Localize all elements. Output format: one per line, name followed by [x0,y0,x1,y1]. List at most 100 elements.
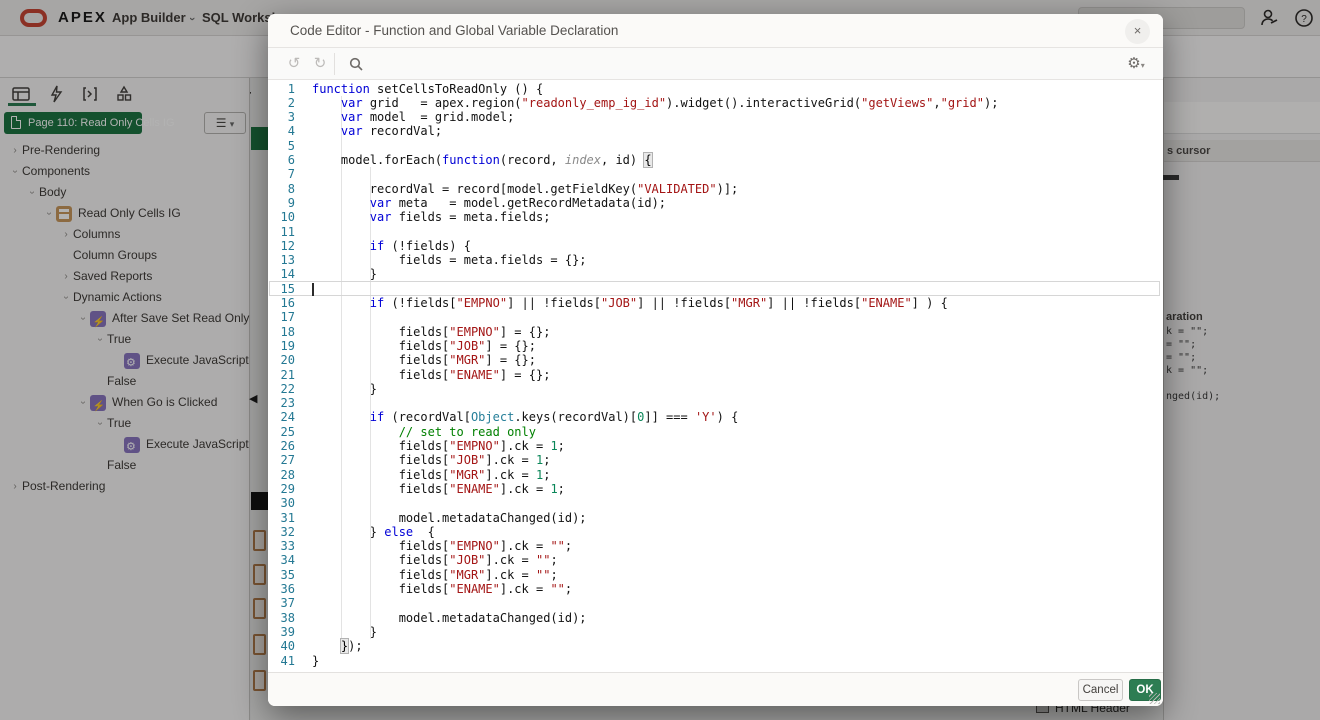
line-number: 6 [287,153,295,167]
code-line-30[interactable]: 30 [268,496,1163,511]
code-line-27[interactable]: 27 fields["JOB"].ck = 1; [268,453,1163,468]
code-line-20[interactable]: 20 fields["MGR"] = {}; [268,353,1163,368]
line-number: 7 [287,167,295,182]
code-line-25[interactable]: 25 // set to read only [268,425,1163,440]
line-number: 28 [280,467,295,482]
code-text: model.metadataChanged(id); [312,510,587,525]
code-line-14[interactable]: 14 } [268,267,1163,282]
line-number: 13 [280,253,295,268]
line-number: 36 [280,582,295,596]
gear-icon[interactable]: ⚙▾ [1126,54,1146,74]
line-number: 37 [280,596,295,611]
code-line-15[interactable]: 15 [268,282,1163,297]
code-line-4[interactable]: 4 var recordVal; [268,124,1163,139]
code-line-34[interactable]: 34 fields["JOB"].ck = ""; [268,553,1163,568]
code-line-21[interactable]: 21 fields["ENAME"] = {}; [268,368,1163,383]
code-text: var meta = model.getRecordMetadata(id); [369,195,667,210]
line-number: 21 [280,367,295,382]
line-number: 35 [280,567,295,582]
code-line-39[interactable]: 39 } [268,625,1163,640]
code-line-37[interactable]: 37 [268,596,1163,611]
code-text: model.metadataChanged(id); [312,610,587,625]
code-line-22[interactable]: 22 } [268,382,1163,397]
code-text: if (recordVal[Object.keys(recordVal)[0]]… [369,410,739,425]
code-text: } [312,267,378,282]
code-text: fields["EMPNO"] = {}; [312,324,551,339]
undo-icon[interactable]: ↺ [284,54,304,74]
code-text: } [312,624,378,639]
code-line-7[interactable]: 7 [268,167,1163,182]
text-cursor [312,282,314,296]
code-line-29[interactable]: 29 fields["ENAME"].ck = 1; [268,482,1163,497]
code-line-41[interactable]: 41} [268,654,1163,669]
code-line-35[interactable]: 35 fields["MGR"].ck = ""; [268,568,1163,583]
line-number: 4 [287,124,295,139]
code-line-24[interactable]: 24 if (recordVal[Object.keys(recordVal)[… [268,410,1163,425]
code-editor-dialog: Code Editor - Function and Global Variab… [268,14,1163,706]
line-number: 17 [280,310,295,325]
cancel-button[interactable]: Cancel [1078,679,1123,701]
line-number: 18 [280,324,295,339]
code-line-12[interactable]: 12 if (!fields) { [268,239,1163,254]
code-text: fields["JOB"].ck = 1; [312,453,551,468]
code-text: var recordVal; [340,124,443,139]
code-line-3[interactable]: 3 var model = grid.model; [268,110,1163,125]
line-number: 12 [280,238,295,253]
line-number: 32 [280,524,295,539]
code-line-6[interactable]: 6 model.forEach(function(record, index, … [268,152,1163,168]
code-text: } [312,381,378,396]
code-text: } [312,653,320,668]
code-line-8[interactable]: 8 recordVal = record[model.getFieldKey("… [268,182,1163,197]
code-line-19[interactable]: 19 fields["JOB"] = {}; [268,339,1163,354]
line-number: 30 [280,496,295,511]
resize-handle-icon[interactable] [1149,693,1160,704]
code-line-26[interactable]: 26 fields["EMPNO"].ck = 1; [268,439,1163,454]
code-line-38[interactable]: 38 model.metadataChanged(id); [268,611,1163,626]
line-number: 24 [280,410,295,425]
code-text: } else { [312,524,435,539]
code-text: // set to read only [398,424,536,439]
code-text: recordVal = record[model.getFieldKey("VA… [312,181,739,196]
code-text: if (!fields) { [369,238,471,253]
code-line-2[interactable]: 2 var grid = apex.region("readonly_emp_i… [268,96,1163,111]
code-text: fields["MGR"].ck = ""; [312,567,558,582]
code-line-17[interactable]: 17 [268,310,1163,325]
code-line-5[interactable]: 5 [268,139,1163,154]
dialog-title: Code Editor - Function and Global Variab… [290,23,619,38]
code-text: var grid = apex.region("readonly_emp_ig_… [340,95,999,110]
code-line-32[interactable]: 32 } else { [268,525,1163,540]
dialog-titlebar[interactable]: Code Editor - Function and Global Variab… [268,14,1163,48]
code-line-36[interactable]: 36 fields["ENAME"].ck = ""; [268,582,1163,597]
code-line-28[interactable]: 28 fields["MGR"].ck = 1; [268,468,1163,483]
code-line-9[interactable]: 9 var meta = model.getRecordMetadata(id)… [268,196,1163,211]
code-text: function setCellsToReadOnly () { [312,81,544,96]
line-number: 19 [280,338,295,353]
line-number: 33 [280,539,295,554]
code-line-33[interactable]: 33 fields["EMPNO"].ck = ""; [268,539,1163,554]
code-line-31[interactable]: 31 model.metadataChanged(id); [268,511,1163,526]
code-line-23[interactable]: 23 [268,396,1163,411]
line-number: 22 [280,381,295,396]
code-text: fields = meta.fields = {}; [312,253,587,268]
code-text: fields["ENAME"] = {}; [312,367,551,382]
code-line-40[interactable]: 40 }); [268,638,1163,655]
redo-icon[interactable]: ↻ [310,54,330,74]
line-number: 9 [287,195,295,210]
code-line-10[interactable]: 10 var fields = meta.fields; [268,210,1163,225]
code-line-11[interactable]: 11 [268,225,1163,240]
line-number: 2 [287,95,295,110]
search-icon[interactable] [346,54,366,74]
line-number: 11 [280,224,295,239]
code-line-16[interactable]: 16 if (!fields["EMPNO"] || !fields["JOB"… [268,296,1163,311]
code-editor[interactable]: 1 function setCellsToReadOnly () {2 var g… [268,80,1163,672]
code-line-1[interactable]: 1 function setCellsToReadOnly () { [268,82,1163,97]
line-number: 38 [280,610,295,625]
line-number: 8 [287,181,295,196]
line-number: 25 [280,424,295,439]
code-line-13[interactable]: 13 fields = meta.fields = {}; [268,253,1163,268]
close-icon[interactable]: × [1125,19,1150,44]
code-line-18[interactable]: 18 fields["EMPNO"] = {}; [268,325,1163,340]
code-text: if (!fields["EMPNO"] || !fields["JOB"] |… [369,296,948,310]
code-text: fields["MGR"].ck = 1; [312,467,551,482]
line-number: 39 [280,624,295,639]
